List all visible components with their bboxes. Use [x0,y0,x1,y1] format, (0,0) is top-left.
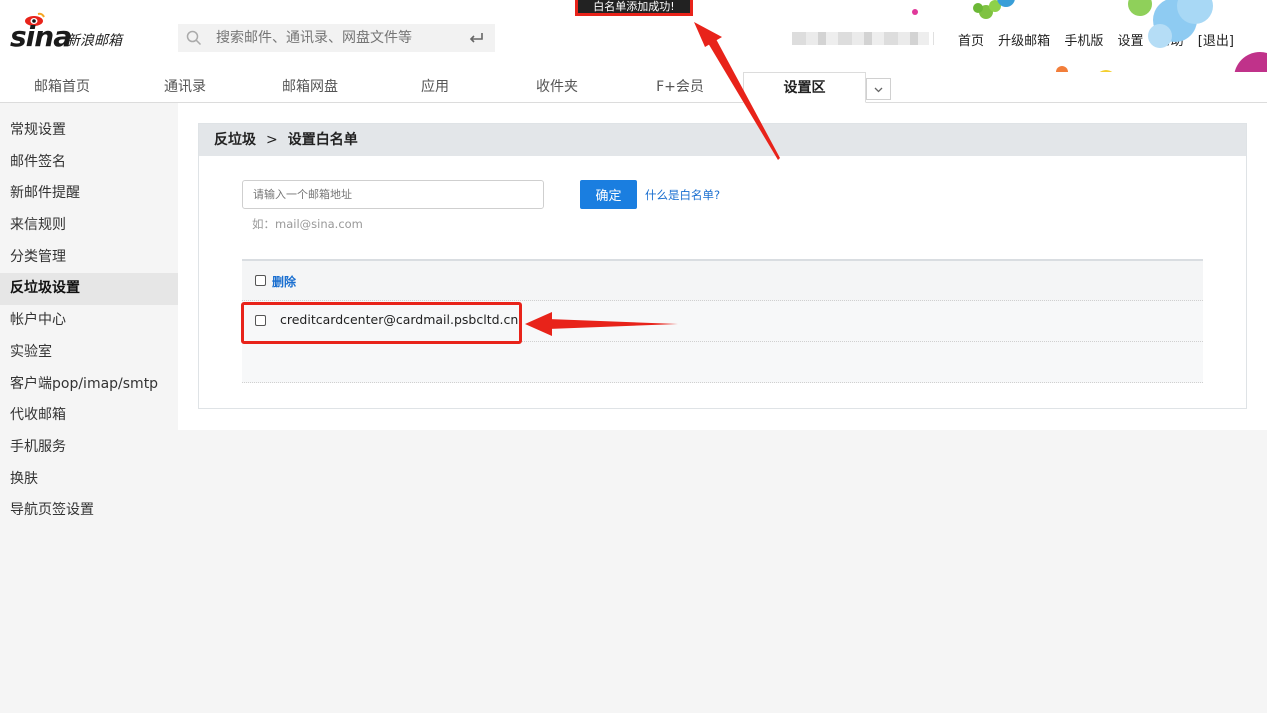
input-example-hint: 如：mail@sina.com [252,217,363,231]
tab-mail-home[interactable]: 邮箱首页 [17,72,107,103]
top-links: 首页 升级邮箱 手机版 设置 帮助 [退出] [958,30,1244,49]
enter-icon[interactable] [467,30,485,46]
sidebar-item-signature[interactable]: 邮件签名 [0,147,178,179]
breadcrumb-current: 设置白名单 [287,132,358,148]
whitelist-email-input[interactable] [242,180,544,209]
header: sina 新浪邮箱 白名单添加成功! 首页 升级邮箱 手机版 设置 帮助 [退出… [0,0,1267,72]
account-separator [933,32,934,45]
logo-wordmark: sina [10,20,72,53]
search-input[interactable] [214,27,454,49]
table-row-empty [242,342,1203,383]
select-all-checkbox[interactable] [255,275,266,286]
tab-settings[interactable]: 设置区 [743,72,866,103]
confirm-button[interactable]: 确定 [580,180,637,209]
search-bar[interactable] [178,24,495,52]
brand-label: 新浪邮箱 [66,33,122,49]
whitelist-panel: 反垃圾>设置白名单 确定 什么是白名单? 如：mail@sina.com 删除 … [198,123,1247,409]
link-settings[interactable]: 设置 [1117,34,1143,49]
highlight-box [241,302,522,344]
sidebar-item-antispam[interactable]: 反垃圾设置 [0,273,178,306]
sidebar-item-client-protocols[interactable]: 客户端pop/imap/smtp [0,369,178,401]
tab-contacts[interactable]: 通讯录 [140,72,230,103]
link-help[interactable]: 帮助 [1158,34,1184,49]
link-home[interactable]: 首页 [958,34,984,49]
link-mobile[interactable]: 手机版 [1064,34,1103,49]
tab-netdisk[interactable]: 邮箱网盘 [265,72,355,103]
tab-apps[interactable]: 应用 [390,72,480,103]
link-upgrade[interactable]: 升级邮箱 [998,34,1050,49]
sidebar-item-account-center[interactable]: 帐户中心 [0,305,178,337]
sidebar-item-general[interactable]: 常规设置 [0,115,178,147]
chevron-down-icon [874,87,883,93]
content-area: 反垃圾>设置白名单 确定 什么是白名单? 如：mail@sina.com 删除 … [178,103,1267,430]
whitelist-help-link[interactable]: 什么是白名单? [645,187,720,203]
breadcrumb-parent[interactable]: 反垃圾 [214,132,256,148]
sidebar-item-skin[interactable]: 换肤 [0,464,178,496]
breadcrumb-separator: > [266,132,278,148]
panel-title-bar: 反垃圾 > 设置白名单 [199,124,1246,156]
delete-button[interactable]: 删除 [272,273,296,290]
sidebar-item-mobile-service[interactable]: 手机服务 [0,432,178,464]
settings-sidebar: 常规设置 邮件签名 新邮件提醒 来信规则 分类管理 反垃圾设置 帐户中心 实验室… [0,103,178,713]
tab-fplus-member[interactable]: F+会员 [635,72,725,103]
breadcrumb: 反垃圾 > 设置白名单 [214,124,358,156]
sidebar-item-new-mail-alert[interactable]: 新邮件提醒 [0,178,178,210]
sidebar-item-mail-collection[interactable]: 代收邮箱 [0,400,178,432]
more-tabs-button[interactable] [866,78,891,100]
sidebar-item-lab[interactable]: 实验室 [0,337,178,369]
search-icon [186,30,202,46]
link-logout[interactable]: [退出] [1198,34,1234,49]
main-nav: 邮箱首页 通讯录 邮箱网盘 应用 收件夹 F+会员 设置区 [0,72,1267,103]
tab-inbox-folder[interactable]: 收件夹 [512,72,602,103]
success-toast: 白名单添加成功! [575,0,693,16]
sidebar-item-mail-rules[interactable]: 来信规则 [0,210,178,242]
sidebar-item-categories[interactable]: 分类管理 [0,242,178,274]
account-name-blurred [792,32,929,45]
sidebar-item-nav-tabs[interactable]: 导航页签设置 [0,495,178,527]
table-header: 删除 [242,259,1203,301]
